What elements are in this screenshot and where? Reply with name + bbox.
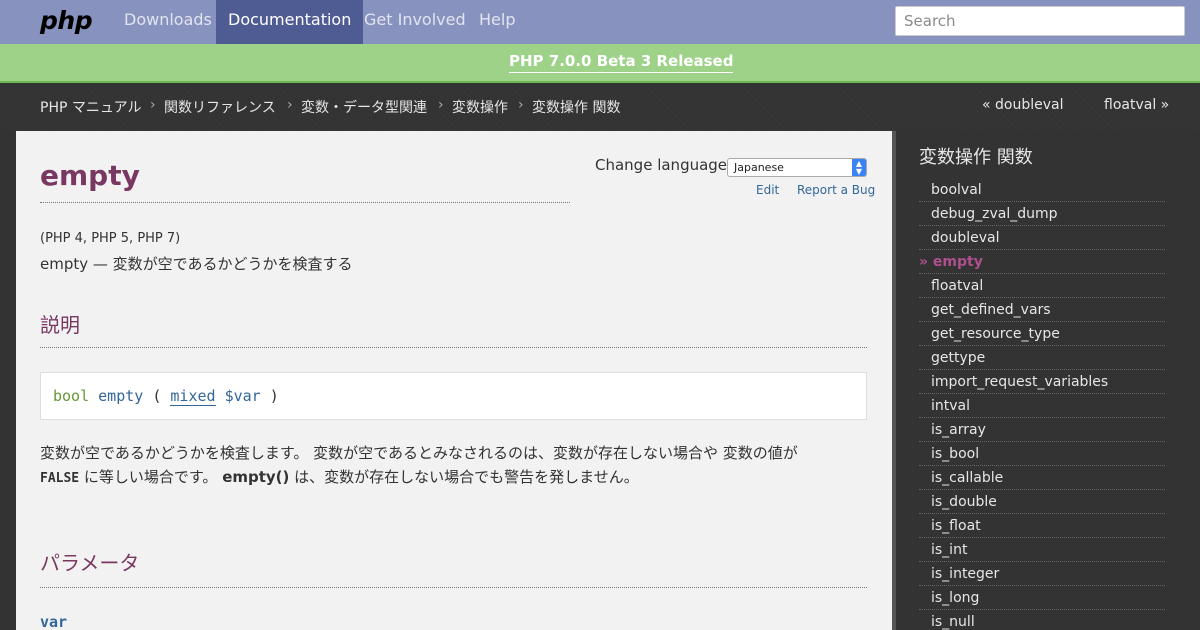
open-paren: ( [152,387,162,405]
sidebar-item-label: floatval [931,278,984,294]
sidebar-item-label: import_request_variables [931,374,1109,390]
description-paragraph: 変数が空であるかどうかを検査します。 変数が空であるとみなされるのは、変数が存在… [40,441,870,491]
content-scrollbar[interactable] [892,131,896,630]
section-divider [40,587,867,588]
parameters-heading: パラメータ [40,551,140,575]
sidebar-item-is-null[interactable]: is_null [919,610,1165,630]
current-marker: » [919,254,933,270]
sidebar-item-doubleval[interactable]: doubleval [919,226,1165,250]
param-type-link[interactable]: mixed [170,387,216,406]
sidebar-item-label: is_float [931,518,981,534]
sidebar-item-is-int[interactable]: is_int [919,538,1165,562]
language-select[interactable]: Japanese ▲ ▼ [727,158,867,177]
sidebar-item-import-request-variables[interactable]: import_request_variables [919,370,1165,394]
sidebar-item-floatval[interactable]: floatval [919,274,1165,298]
top-navbar: php Downloads Documentation Get Involved… [0,0,1200,44]
breadcrumb-item[interactable]: 変数操作 [452,97,508,117]
sidebar-item-label: is_integer [931,566,1000,582]
sidebar-item-is-bool[interactable]: is_bool [919,442,1165,466]
sidebar-item-is-array[interactable]: is_array [919,418,1165,442]
sidebar-item-is-float[interactable]: is_float [919,514,1165,538]
sidebar-title: 変数操作 関数 [919,147,1033,168]
breadcrumb-item[interactable]: 変数・データ型関連 [301,97,427,117]
sidebar-item-label: is_array [931,422,986,438]
sidebar-item-label: is_callable [931,470,1004,486]
headline-link[interactable]: PHP 7.0.0 Beta 3 Released [509,52,734,73]
sidebar-item-is-double[interactable]: is_double [919,490,1165,514]
sidebar-item-is-integer[interactable]: is_integer [919,562,1165,586]
nav-help[interactable]: Help [467,0,527,44]
language-selected-value: Japanese [734,161,784,174]
return-type: bool [53,387,90,405]
sidebar-item-boolval[interactable]: boolval [919,178,1165,202]
nav-documentation[interactable]: Documentation [216,0,364,44]
breadcrumb-item[interactable]: PHP マニュアル [40,97,141,117]
change-language-label: Change language: [595,156,733,174]
breadcrumb-separator: › [287,97,293,113]
false-constant: FALSE [40,471,80,486]
function-purpose: empty — 変数が空であるかどうかを検査する [40,255,353,273]
breadcrumb-separator: › [518,97,524,113]
main-content: empty Change language: Japanese ▲ ▼ Edit … [16,131,892,630]
close-paren: ) [269,387,279,405]
page-title: empty [40,159,140,192]
breadcrumb-separator: › [150,97,156,113]
sidebar-item-label: doubleval [931,230,1000,246]
prev-link[interactable]: « doubleval [982,97,1063,113]
sidebar-item-label: boolval [931,182,982,198]
sidebar-item-label: gettype [931,350,986,366]
description-heading: 説明 [40,313,80,337]
search-input[interactable] [895,6,1185,36]
function-name: empty [98,387,144,405]
sidebar-item-label: intval [931,398,971,414]
breadcrumb: PHP マニュアル › 関数リファレンス › 変数・データ型関連 › 変数操作 … [0,83,1200,131]
sidebar-function-list: boolval debug_zval_dump doubleval » empty fl… [919,178,1165,630]
sidebar-item-gettype[interactable]: gettype [919,346,1165,370]
nav-get-involved[interactable]: Get Involved [352,0,478,44]
method-synopsis: bool empty ( mixed $var ) [40,372,867,420]
description-text: は、変数が存在しない場合でも警告を発しません。 [289,468,639,486]
headline-bar: PHP 7.0.0 Beta 3 Released [0,44,1200,83]
sidebar-item-label: is_null [931,614,975,630]
description-text: に等しい場合です。 [79,468,223,486]
empty-function-ref: empty() [222,468,290,486]
sidebar-item-label: get_defined_vars [931,302,1051,318]
php-versions: (PHP 4, PHP 5, PHP 7) [40,231,181,246]
section-divider [40,347,867,348]
sidebar-item-label: is_bool [931,446,980,462]
breadcrumb-item[interactable]: 関数リファレンス [164,97,276,117]
sidebar-item-intval[interactable]: intval [919,394,1165,418]
parameter-term: var [40,613,68,630]
sidebar-item-label: debug_zval_dump [931,206,1058,222]
sidebar-item-label: is_double [931,494,997,510]
breadcrumb-separator: › [438,97,444,113]
param-name: $var [224,387,261,405]
nav-downloads[interactable]: Downloads [112,0,224,44]
sidebar-item-label: is_long [931,590,980,606]
sidebar-item-label: is_int [931,542,968,558]
sidebar-item-label: empty [932,254,983,270]
sidebar-item-label: get_resource_type [931,326,1060,342]
report-bug-link[interactable]: Report a Bug [797,183,875,197]
next-link[interactable]: floatval » [1104,97,1169,113]
sidebar-item-is-callable[interactable]: is_callable [919,466,1165,490]
sidebar-item-get-defined-vars[interactable]: get_defined_vars [919,298,1165,322]
sidebar-item-debug-zval-dump[interactable]: debug_zval_dump [919,202,1165,226]
php-logo[interactable]: php [40,6,93,35]
edit-link[interactable]: Edit [756,183,779,197]
select-arrows-icon: ▲ ▼ [852,159,866,176]
sidebar-item-get-resource-type[interactable]: get_resource_type [919,322,1165,346]
sidebar-item-is-long[interactable]: is_long [919,586,1165,610]
breadcrumb-item[interactable]: 変数操作 関数 [532,97,620,117]
sidebar-item-empty[interactable]: » empty [919,250,1165,274]
title-divider [40,202,570,203]
description-text: 変数が空であるかどうかを検査します。 変数が空であるとみなされるのは、変数が存在… [40,444,798,462]
